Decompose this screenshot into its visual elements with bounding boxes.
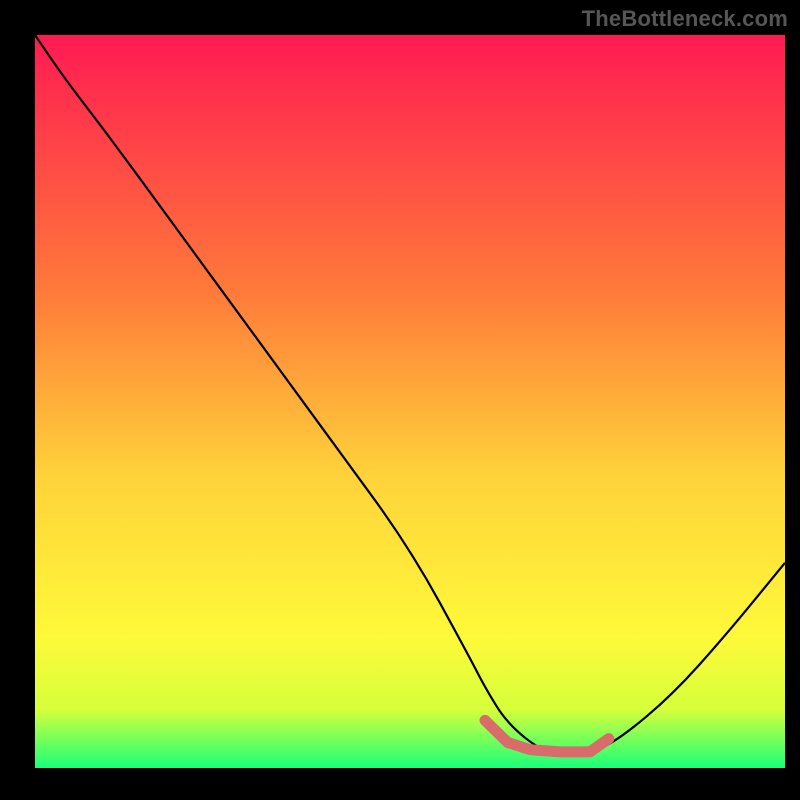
- plot-background: [35, 35, 785, 768]
- watermark-text: TheBottleneck.com: [582, 6, 788, 32]
- chart-container: TheBottleneck.com: [0, 0, 800, 800]
- bottleneck-chart: [0, 0, 800, 800]
